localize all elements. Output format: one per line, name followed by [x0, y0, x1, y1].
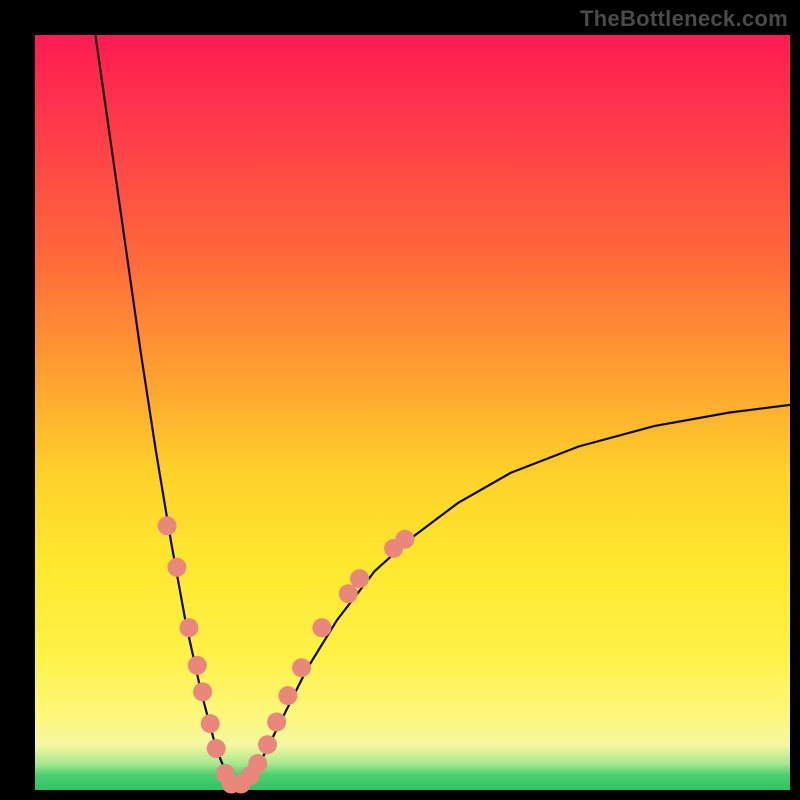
data-dot [312, 618, 331, 637]
data-dot [207, 739, 226, 758]
plot-area [35, 35, 790, 790]
data-dot [193, 682, 212, 701]
data-dot [158, 516, 177, 535]
data-dot [395, 530, 414, 549]
data-dot [180, 618, 199, 637]
data-dot [167, 558, 186, 577]
data-dot [350, 569, 369, 588]
data-dot [292, 658, 311, 677]
data-dots-group [158, 516, 415, 793]
plot-svg [35, 35, 790, 790]
data-dot [201, 714, 220, 733]
chart-frame: TheBottleneck.com [0, 0, 800, 800]
data-dot [278, 686, 297, 705]
data-dot [188, 656, 207, 675]
data-dot [258, 735, 277, 754]
data-dot [248, 754, 267, 773]
data-dot [267, 713, 286, 732]
watermark-text: TheBottleneck.com [580, 6, 788, 32]
data-dot [339, 584, 358, 603]
